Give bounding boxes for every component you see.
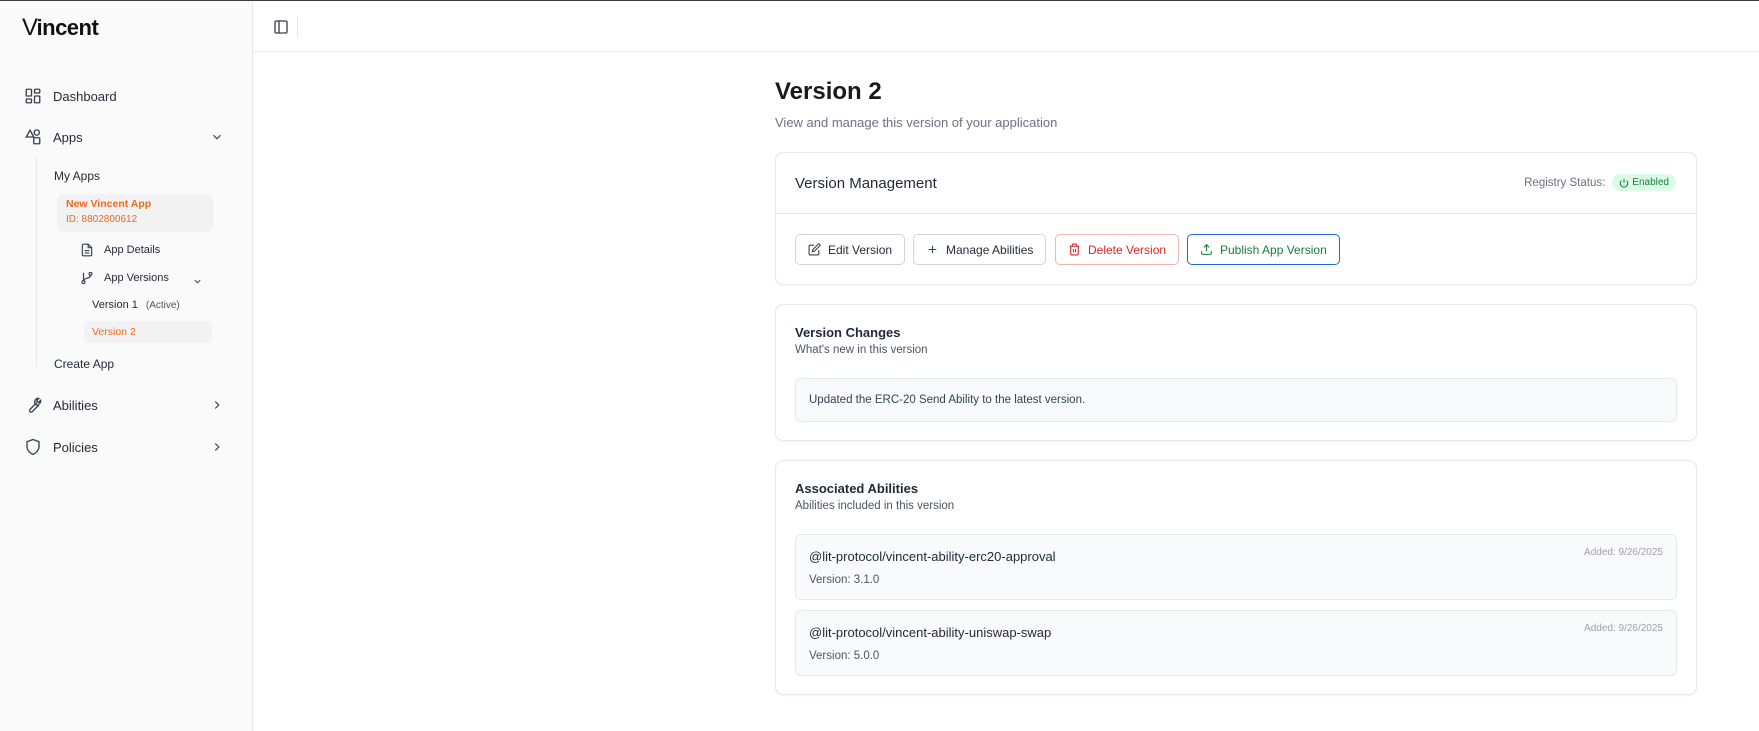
sidebar: Vincent Dashboard Apps My Apps New Vince… xyxy=(0,2,253,731)
button-label: Manage Abilities xyxy=(946,242,1034,257)
card-description: Abilities included in this version xyxy=(795,500,955,512)
apps-icon xyxy=(24,128,42,146)
sidebar-item-apps[interactable]: Apps xyxy=(24,125,83,149)
page-subtitle: View and manage this version of your app… xyxy=(775,115,1058,130)
publish-app-version-button[interactable]: Publish App Version xyxy=(1187,234,1340,265)
registry-label: Registry Status: xyxy=(1524,176,1606,189)
button-label: Edit Version xyxy=(828,242,893,257)
app-window: Vincent Dashboard Apps My Apps New Vince… xyxy=(0,0,1759,731)
edit-version-button[interactable]: Edit Version xyxy=(795,234,906,265)
card-title: Version Management xyxy=(795,175,937,192)
status-text: Enabled xyxy=(1632,177,1669,188)
sidebar-item-label: Abilities xyxy=(53,397,98,413)
current-app-card[interactable]: New Vincent App ID: 8802800612 xyxy=(57,194,213,232)
page-title: Version 2 xyxy=(775,78,882,105)
trash-icon xyxy=(1068,243,1081,256)
registry-status: Registry Status: Enabled xyxy=(1524,174,1676,191)
ability-added-date: Added: 9/26/2025 xyxy=(1584,623,1663,634)
sidebar-item-label: Apps xyxy=(53,129,83,145)
sidebar-item-label: Dashboard xyxy=(53,88,117,104)
power-icon xyxy=(1619,178,1629,188)
sidebar-item-label: Policies xyxy=(53,439,98,455)
active-badge: (Active) xyxy=(145,300,180,311)
card-title: Associated Abilities xyxy=(795,481,919,496)
chevron-right-icon[interactable] xyxy=(210,440,224,454)
list-item[interactable]: @lit-protocol/vincent-ability-erc20-appr… xyxy=(795,534,1677,600)
shield-icon xyxy=(24,438,42,456)
sidebar-item-policies[interactable]: Policies xyxy=(24,435,98,459)
changes-text: Updated the ERC-20 Send Ability to the l… xyxy=(795,378,1677,422)
dashboard-icon xyxy=(24,87,42,105)
sidebar-item-app-versions[interactable]: App Versions xyxy=(80,271,169,285)
sidebar-item-dashboard[interactable]: Dashboard xyxy=(24,84,117,108)
ability-name: @lit-protocol/vincent-ability-erc20-appr… xyxy=(809,549,1056,564)
edit-icon xyxy=(808,243,821,256)
card-divider xyxy=(776,213,1696,214)
sidebar-item-label: App Versions xyxy=(104,272,169,284)
version-1-label: Version 1 xyxy=(92,299,138,311)
vincent-logo[interactable]: Vincent xyxy=(22,14,99,42)
sidebar-item-version-2[interactable]: Version 2 xyxy=(84,321,212,343)
ability-name: @lit-protocol/vincent-ability-uniswap-sw… xyxy=(809,625,1052,640)
version-management-card: Version Management Registry Status: Enab… xyxy=(775,152,1697,285)
subtree-line xyxy=(36,157,37,367)
plus-icon xyxy=(926,243,939,256)
button-label: Publish App Version xyxy=(1220,242,1327,257)
sidebar-item-create-app[interactable]: Create App xyxy=(54,357,114,371)
card-description: What's new in this version xyxy=(795,344,928,356)
delete-version-button[interactable]: Delete Version xyxy=(1055,234,1180,265)
app-id: ID: 8802800612 xyxy=(66,214,138,225)
git-branch-icon xyxy=(80,271,94,285)
card-title: Version Changes xyxy=(795,325,901,340)
manage-abilities-button[interactable]: Manage Abilities xyxy=(913,234,1047,265)
version-changes-card: Version Changes What's new in this versi… xyxy=(775,304,1697,441)
sidebar-item-abilities[interactable]: Abilities xyxy=(24,393,98,417)
chevron-down-icon[interactable] xyxy=(210,130,224,144)
top-bar xyxy=(253,2,1759,52)
ability-added-date: Added: 9/26/2025 xyxy=(1584,547,1663,558)
file-text-icon xyxy=(80,243,94,257)
status-badge: Enabled xyxy=(1612,174,1676,191)
sidebar-item-version-1[interactable]: Version 1 (Active) xyxy=(92,299,180,311)
button-label: Delete Version xyxy=(1088,242,1167,257)
app-name: New Vincent App xyxy=(66,198,152,210)
list-item[interactable]: @lit-protocol/vincent-ability-uniswap-sw… xyxy=(795,610,1677,676)
chevron-down-icon[interactable] xyxy=(192,274,203,285)
topbar-divider xyxy=(297,16,298,38)
upload-icon xyxy=(1200,243,1213,256)
chevron-right-icon[interactable] xyxy=(210,398,224,412)
wrench-icon xyxy=(24,396,42,414)
sidebar-toggle-icon[interactable] xyxy=(273,19,289,35)
sidebar-item-app-details[interactable]: App Details xyxy=(80,243,160,257)
ability-version: Version: 5.0.0 xyxy=(809,650,880,662)
sidebar-item-label: App Details xyxy=(104,244,161,256)
sidebar-item-my-apps[interactable]: My Apps xyxy=(54,169,100,183)
associated-abilities-card: Associated Abilities Abilities included … xyxy=(775,460,1697,695)
ability-version: Version: 3.1.0 xyxy=(809,574,880,586)
